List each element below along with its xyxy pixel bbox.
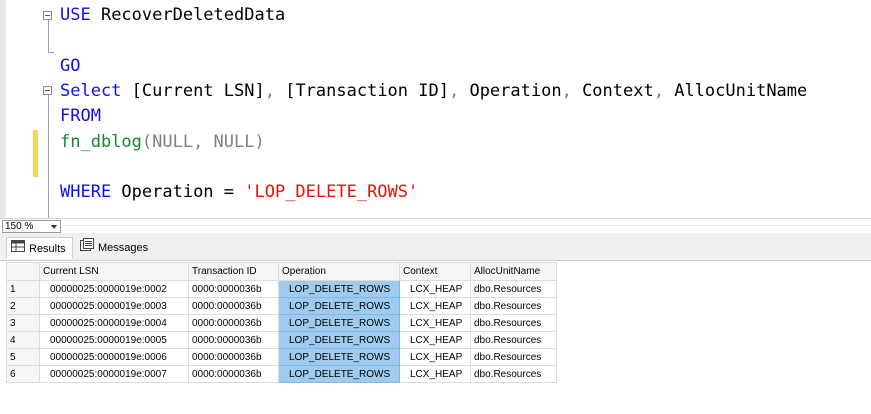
code-line-5[interactable]: fn_dblog(NULL, NULL) — [60, 130, 265, 154]
cell-current-lsn[interactable]: 00000025:0000019e:0007 — [39, 365, 189, 383]
cell-operation[interactable]: LOP_DELETE_ROWS — [278, 297, 400, 315]
code-line-1[interactable]: USE RecoverDeletedData — [60, 3, 285, 27]
separator: , — [264, 81, 275, 101]
column-header-operation[interactable]: Operation — [278, 262, 400, 281]
code-line-4[interactable]: FROM — [60, 104, 101, 128]
keyword: FROM — [60, 106, 101, 126]
editor-gutter — [6, 0, 30, 218]
results-grid-area: Current LSN Transaction ID Operation Con… — [0, 261, 871, 414]
collapse-minus-icon[interactable] — [43, 11, 52, 20]
cell-transaction-id[interactable]: 0000:0000036b — [188, 365, 279, 383]
cell-allocunitname[interactable]: dbo.Resources — [470, 297, 557, 315]
identifier: AllocUnitName — [663, 81, 808, 101]
grid-header-row: Current LSN Transaction ID Operation Con… — [6, 262, 557, 281]
table-row[interactable]: 2 00000025:0000019e:0003 0000:0000036b L… — [6, 297, 557, 315]
column-header-allocunitname[interactable]: AllocUnitName — [470, 262, 557, 281]
column-header-context[interactable]: Context — [399, 262, 471, 281]
cell-context[interactable]: LCX_HEAP — [399, 297, 471, 315]
cell-allocunitname[interactable]: dbo.Resources — [470, 365, 557, 383]
cell-transaction-id[interactable]: 0000:0000036b — [188, 297, 279, 315]
identifier: Operation — [459, 81, 562, 101]
chevron-down-icon[interactable] — [51, 225, 57, 229]
separator: , — [561, 81, 572, 101]
row-number[interactable]: 4 — [6, 331, 40, 349]
cell-operation[interactable]: LOP_DELETE_ROWS — [278, 365, 400, 383]
cell-current-lsn[interactable]: 00000025:0000019e:0005 — [39, 331, 189, 349]
identifier: Operation = — [111, 182, 245, 202]
grid-icon — [11, 238, 25, 260]
tab-results[interactable]: Results — [6, 237, 73, 259]
keyword: USE — [60, 5, 91, 25]
cell-context[interactable]: LCX_HEAP — [399, 348, 471, 366]
messages-icon — [80, 237, 94, 259]
identifier: RecoverDeletedData — [90, 5, 286, 25]
table-row[interactable]: 1 00000025:0000019e:0002 0000:0000036b L… — [6, 280, 557, 298]
cell-allocunitname[interactable]: dbo.Resources — [470, 280, 557, 298]
change-marker — [33, 130, 38, 177]
cell-allocunitname[interactable]: dbo.Resources — [470, 348, 557, 366]
cell-current-lsn[interactable]: 00000025:0000019e:0004 — [39, 314, 189, 332]
keyword: WHERE — [60, 182, 112, 202]
cell-context[interactable]: LCX_HEAP — [399, 280, 471, 298]
separator: , — [653, 81, 664, 101]
cell-transaction-id[interactable]: 0000:0000036b — [188, 331, 279, 349]
tab-messages[interactable]: Messages — [76, 237, 154, 259]
table-row[interactable]: 6 00000025:0000019e:0007 0000:0000036b L… — [6, 365, 557, 383]
column-header-rownum[interactable] — [6, 262, 40, 281]
cell-transaction-id[interactable]: 0000:0000036b — [188, 348, 279, 366]
zoom-bar: 150 % — [0, 218, 871, 233]
table-row[interactable]: 4 00000025:0000019e:0005 0000:0000036b L… — [6, 331, 557, 349]
row-number[interactable]: 1 — [6, 280, 40, 298]
function-name: fn_dblog — [60, 132, 142, 152]
outline-line — [48, 20, 49, 52]
cell-transaction-id[interactable]: 0000:0000036b — [188, 280, 279, 298]
cell-operation[interactable]: LOP_DELETE_ROWS — [278, 314, 400, 332]
keyword: GO — [60, 56, 81, 76]
query-editor[interactable]: USE RecoverDeletedData GO Select [Curren… — [0, 0, 871, 218]
row-number[interactable]: 3 — [6, 314, 40, 332]
zoom-select[interactable]: 150 % — [2, 220, 61, 233]
string-literal: 'LOP_DELETE_ROWS' — [244, 182, 419, 202]
cell-allocunitname[interactable]: dbo.Resources — [470, 331, 557, 349]
row-number[interactable]: 6 — [6, 365, 40, 383]
tab-messages-label: Messages — [98, 242, 149, 254]
collapse-minus-icon[interactable] — [43, 86, 52, 95]
cell-operation[interactable]: LOP_DELETE_ROWS — [278, 280, 400, 298]
row-number[interactable]: 5 — [6, 348, 40, 366]
column-header-transaction-id[interactable]: Transaction ID — [188, 262, 279, 281]
cell-operation[interactable]: LOP_DELETE_ROWS — [278, 348, 400, 366]
cell-current-lsn[interactable]: 00000025:0000019e:0006 — [39, 348, 189, 366]
code-line-2[interactable]: GO — [60, 54, 80, 78]
keyword: Select — [60, 81, 122, 101]
cell-allocunitname[interactable]: dbo.Resources — [470, 314, 557, 332]
cell-transaction-id[interactable]: 0000:0000036b — [188, 314, 279, 332]
results-tabs: Results Messages — [0, 233, 871, 261]
cell-current-lsn[interactable]: 00000025:0000019e:0003 — [39, 297, 189, 315]
identifier: [Current LSN] — [121, 81, 265, 101]
code-line-6[interactable]: WHERE Operation = 'LOP_DELETE_ROWS' — [60, 180, 418, 204]
cell-current-lsn[interactable]: 00000025:0000019e:0002 — [39, 280, 189, 298]
cell-operation[interactable]: LOP_DELETE_ROWS — [278, 331, 400, 349]
cell-context[interactable]: LCX_HEAP — [399, 331, 471, 349]
tab-results-label: Results — [29, 243, 66, 255]
function-args: (NULL, NULL) — [141, 132, 265, 152]
outline-end — [48, 52, 54, 53]
row-number[interactable]: 2 — [6, 297, 40, 315]
horizontal-scrollbar[interactable] — [62, 225, 871, 226]
table-row[interactable]: 5 00000025:0000019e:0006 0000:0000036b L… — [6, 348, 557, 366]
cell-context[interactable]: LCX_HEAP — [399, 314, 471, 332]
code-line-3[interactable]: Select [Current LSN], [Transaction ID], … — [60, 79, 807, 103]
results-grid: Current LSN Transaction ID Operation Con… — [6, 262, 557, 383]
table-row[interactable]: 3 00000025:0000019e:0004 0000:0000036b L… — [6, 314, 557, 332]
identifier: Context — [571, 81, 654, 101]
outline-line — [48, 95, 49, 218]
cell-context[interactable]: LCX_HEAP — [399, 365, 471, 383]
column-header-current-lsn[interactable]: Current LSN — [39, 262, 189, 281]
zoom-value: 150 % — [5, 221, 34, 232]
separator: , — [448, 81, 460, 101]
identifier: [Transaction ID] — [274, 81, 449, 101]
